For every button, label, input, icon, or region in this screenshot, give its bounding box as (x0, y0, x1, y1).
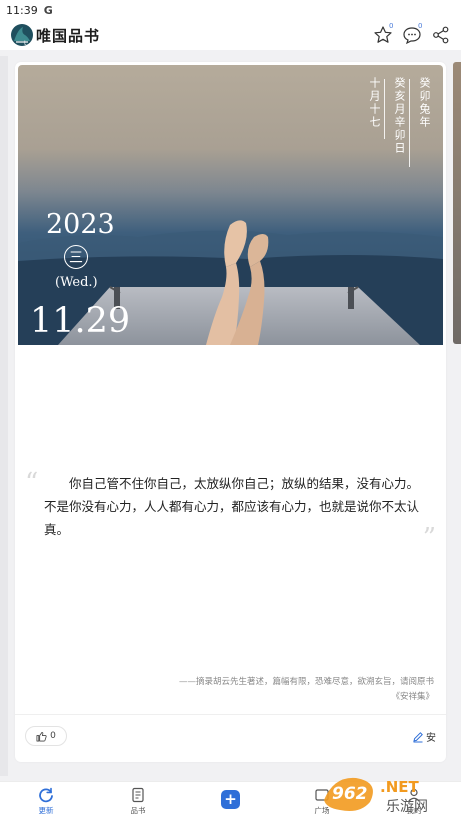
weekday-cn: 三 (64, 245, 88, 269)
star-count-badge: 0 (389, 22, 394, 30)
lunar-divider-2 (409, 79, 410, 167)
app-logo-icon: t (11, 24, 33, 47)
daily-quote-card: 十月十七 癸亥月辛卯日 癸卯兔年 2023 三 (Wed.) 11.29 “ 你… (15, 62, 446, 762)
site-watermark-logo: 962 .NET 乐游网 (324, 777, 428, 815)
date-label: 11.29 (30, 301, 131, 341)
pen-icon (413, 731, 423, 742)
add-post-button[interactable]: + (221, 790, 240, 809)
nav-item-books[interactable]: 品书 (113, 787, 163, 816)
quote-text: 你自己管不住你自己，太放纵你自己；放纵的结果，没有心力。不是你没有心力，人人都有… (44, 476, 420, 537)
svg-text:乐游网: 乐游网 (386, 799, 428, 815)
refresh-icon (39, 787, 53, 803)
app-title: 唯国品书 (36, 27, 101, 45)
google-indicator-icon: G (43, 3, 53, 17)
app-screen: 11:39 G t 唯国品书 0 0 十月十七 癸亥月辛卯日 癸卯兔年 2023… (0, 0, 461, 820)
card-photo: 十月十七 癸亥月辛卯日 癸卯兔年 2023 三 (Wed.) 11.29 (18, 65, 443, 345)
year-label: 2023 (46, 209, 115, 240)
status-time: 11:39 (6, 3, 38, 17)
lunar-divider-1 (384, 79, 385, 139)
svg-text:962: 962 (332, 784, 368, 804)
lunar-month-day: 癸亥月辛卯日 (393, 77, 406, 155)
edit-label: 安 (426, 733, 436, 744)
source-book: 《安祥集》 (391, 692, 434, 702)
svg-text:.NET: .NET (380, 778, 419, 796)
card-divider (15, 714, 446, 715)
thumbs-up-icon (36, 731, 47, 741)
status-bar: 11:39 G (0, 0, 461, 20)
comment-count-badge: 0 (418, 22, 423, 30)
next-card-peek[interactable] (453, 62, 461, 344)
plus-icon: + (224, 790, 237, 808)
close-quote-mark: ” (422, 523, 436, 553)
nav-item-update[interactable]: 更新 (21, 787, 71, 816)
nav-label-update: 更新 (38, 806, 54, 815)
like-button[interactable]: 0 (25, 726, 67, 746)
book-icon (132, 787, 144, 803)
source-line-1: ——摘录胡云先生著述，篇幅有限，恐难尽意，欲溯玄旨，请阅原书 (178, 677, 434, 687)
previous-card-peek[interactable] (0, 56, 8, 776)
lunar-year: 癸卯兔年 (418, 77, 431, 129)
edit-button[interactable]: 安 (412, 729, 436, 744)
quote-source: ——摘录胡云先生著述，篇幅有限，恐难尽意，欲溯玄旨，请阅原书 《安祥集》 (134, 675, 434, 705)
weekday-en: (Wed.) (55, 275, 98, 290)
lunar-day: 十月十七 (368, 77, 381, 129)
like-count: 0 (50, 731, 56, 741)
app-header: t 唯国品书 0 0 (0, 20, 461, 50)
open-quote-mark: “ (25, 468, 39, 498)
share-icon[interactable] (431, 25, 451, 45)
nav-label-books: 品书 (130, 806, 146, 815)
